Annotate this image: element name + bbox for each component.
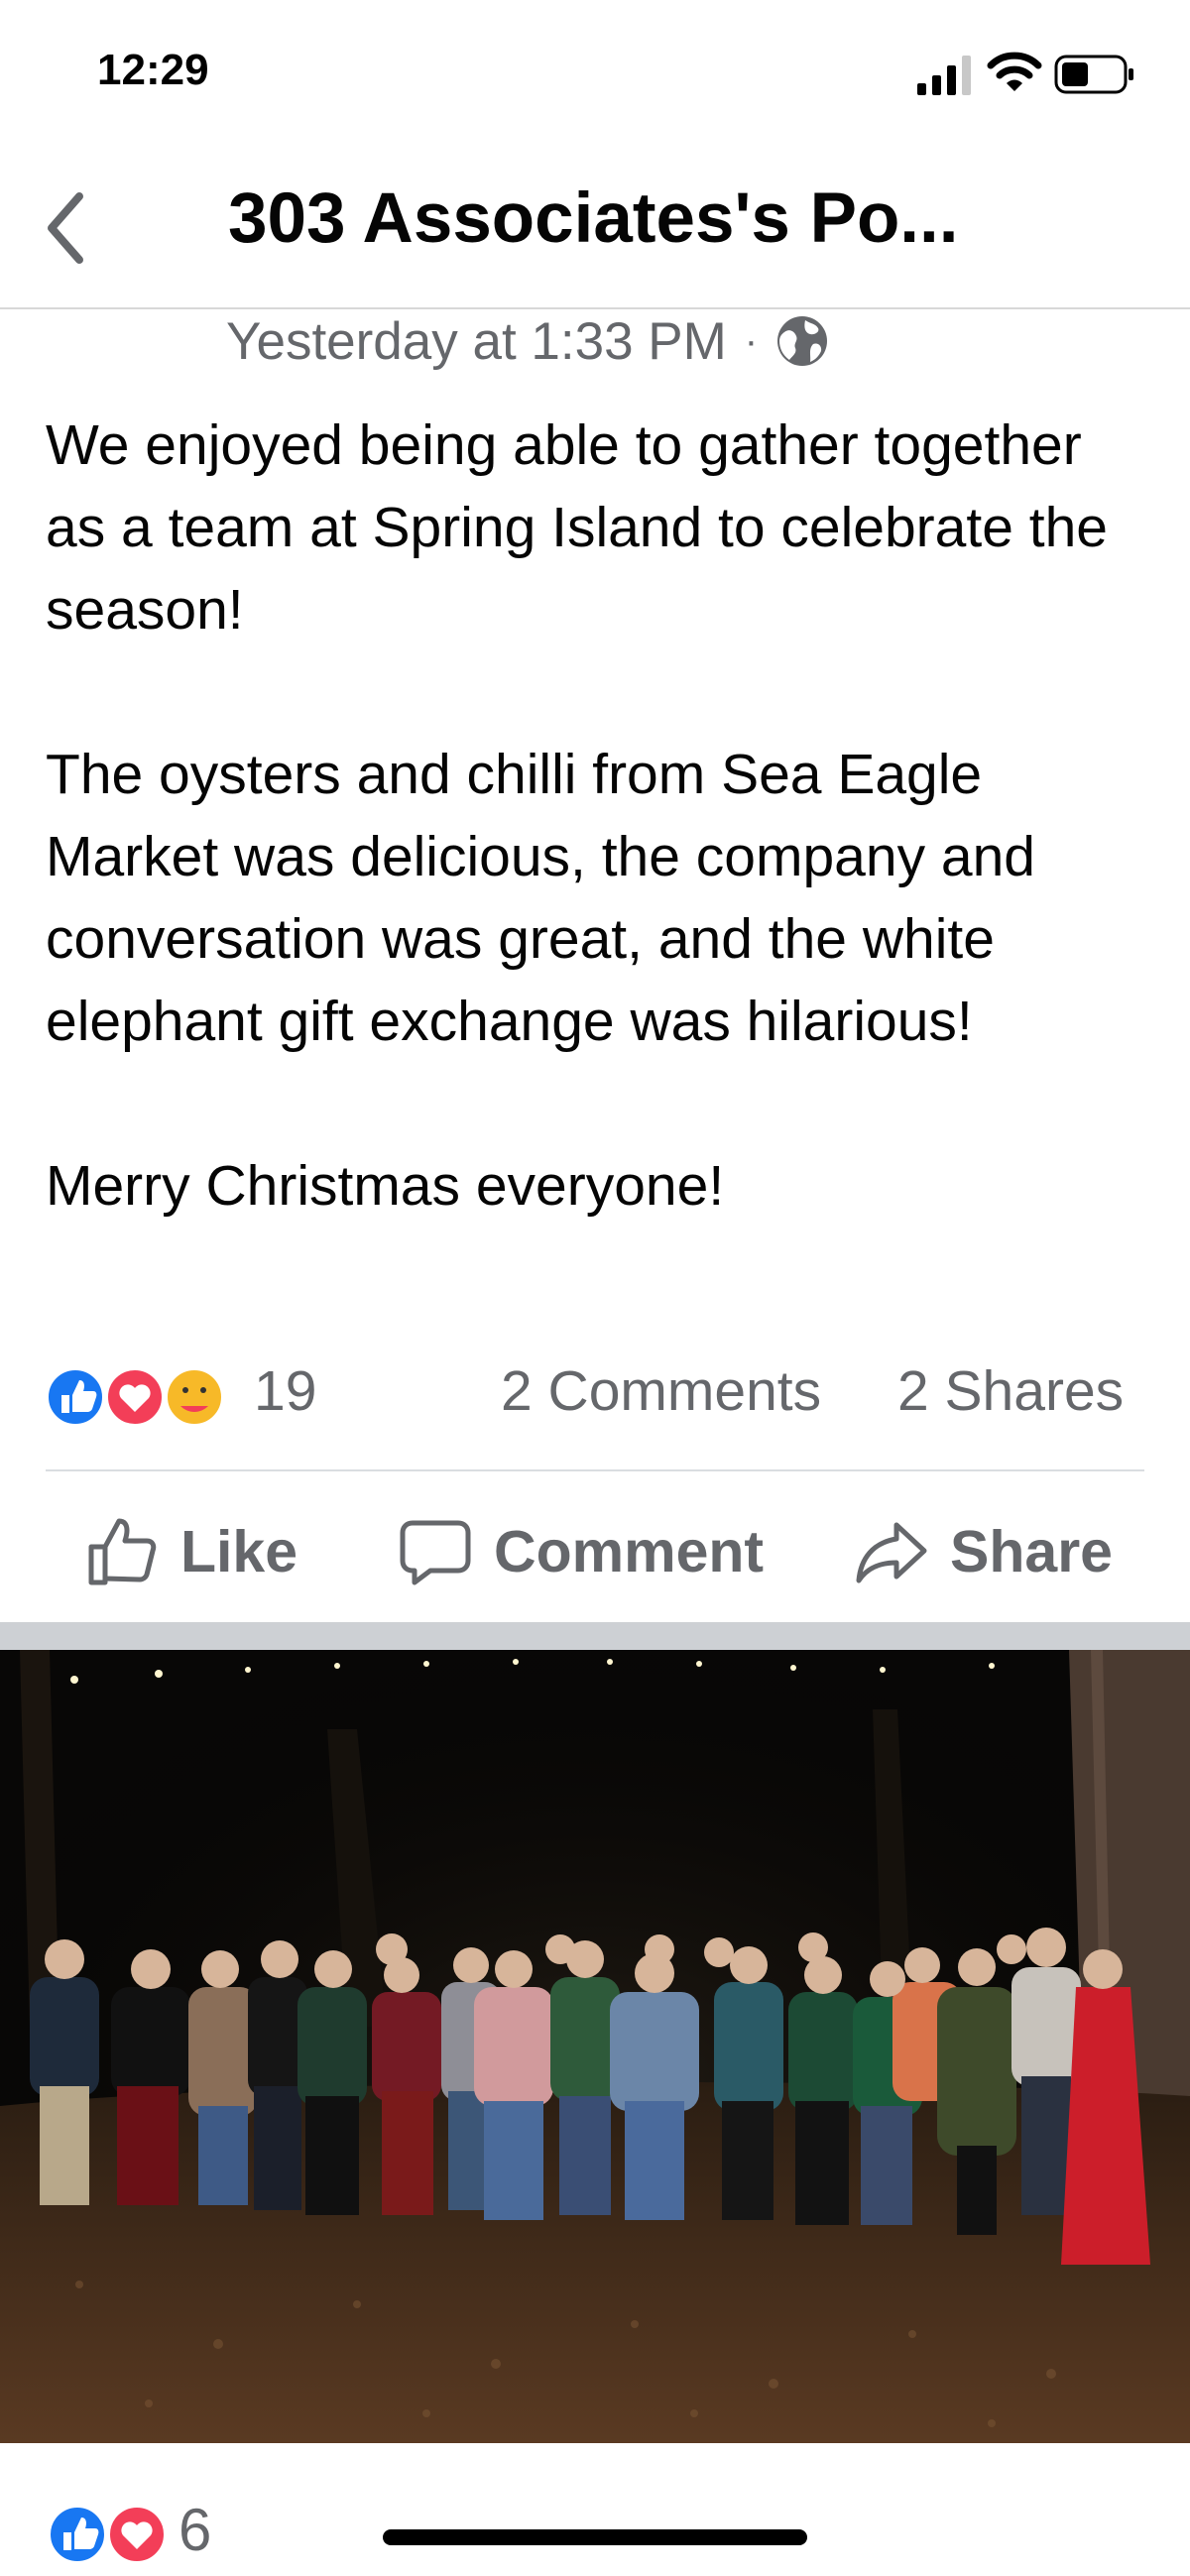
post-meta: Yesterday at 1:33 PM · bbox=[226, 309, 829, 373]
group-photo-illustration bbox=[0, 1650, 1190, 2443]
like-button[interactable]: Like bbox=[85, 1512, 298, 1591]
globe-icon bbox=[777, 316, 828, 366]
back-chevron-icon[interactable] bbox=[42, 188, 89, 268]
home-indicator[interactable] bbox=[383, 2529, 807, 2545]
comment-button[interactable]: Comment bbox=[399, 1512, 764, 1591]
like-reaction-icon bbox=[47, 2504, 108, 2565]
post-timestamp[interactable]: Yesterday at 1:33 PM bbox=[226, 311, 727, 372]
meta-separator: · bbox=[744, 318, 759, 363]
page-title: 303 Associates's Po... bbox=[228, 179, 959, 258]
comment-bubble-icon bbox=[400, 1520, 471, 1585]
love-reaction-icon bbox=[106, 2504, 168, 2565]
care-reaction-icon bbox=[164, 1366, 225, 1428]
wifi-icon bbox=[987, 52, 1042, 91]
share-button[interactable]: Share bbox=[855, 1512, 1113, 1591]
post-paragraph: The oysters and chilli from Sea Eagle Ma… bbox=[46, 743, 1036, 1053]
reaction-icons[interactable] bbox=[42, 1366, 230, 1428]
love-reaction-icon bbox=[104, 1366, 166, 1428]
cellular-signal-icon bbox=[917, 56, 971, 95]
post-paragraph: Merry Christmas everyone! bbox=[46, 1154, 725, 1218]
comment-label: Comment bbox=[494, 1519, 765, 1584]
battery-icon bbox=[1054, 55, 1133, 94]
like-reaction-icon bbox=[45, 1366, 106, 1428]
post-photo[interactable] bbox=[0, 1650, 1190, 2443]
post-paragraph: We enjoyed being able to gather together… bbox=[46, 413, 1108, 642]
status-time: 12:29 bbox=[97, 46, 209, 94]
share-label: Share bbox=[950, 1519, 1113, 1584]
photo-reaction-count[interactable]: 6 bbox=[178, 2496, 211, 2564]
share-arrow-icon bbox=[856, 1522, 927, 1583]
post-text: We enjoyed being able to gather together… bbox=[46, 405, 1156, 1228]
photo-reaction-icons[interactable] bbox=[44, 2504, 171, 2565]
like-label: Like bbox=[180, 1519, 298, 1584]
stats-divider bbox=[46, 1469, 1144, 1471]
shares-count[interactable]: 2 Shares bbox=[897, 1358, 1124, 1424]
reaction-count[interactable]: 19 bbox=[254, 1358, 316, 1424]
thumbs-up-icon bbox=[88, 1518, 157, 1585]
feed-separator bbox=[0, 1622, 1190, 1650]
comments-count[interactable]: 2 Comments bbox=[501, 1358, 821, 1424]
